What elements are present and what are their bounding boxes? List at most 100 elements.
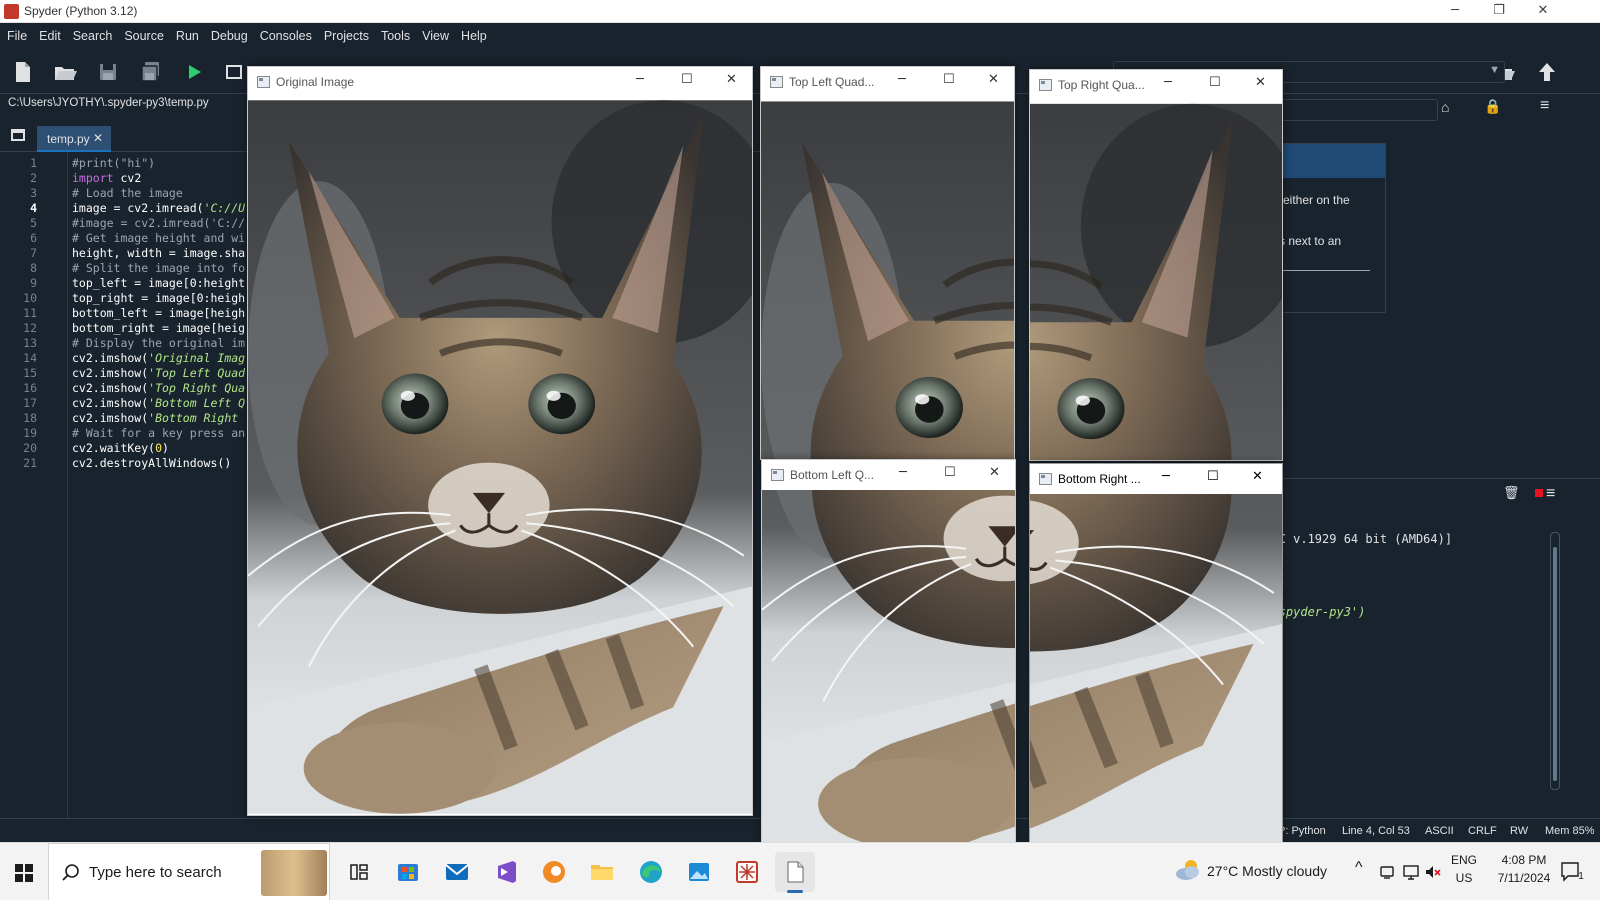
code-line[interactable]: # Display the original im	[72, 336, 245, 351]
new-file-icon[interactable]	[8, 58, 36, 86]
help-object-combo[interactable]	[1258, 99, 1438, 121]
console-scroll-thumb[interactable]	[1553, 547, 1557, 781]
minimize-button[interactable]: ─	[899, 465, 907, 480]
microsoft-store-icon[interactable]	[388, 852, 428, 892]
code-line[interactable]: # Wait for a key press an	[72, 426, 245, 441]
code-line[interactable]: cv2.destroyAllWindows()	[72, 456, 231, 471]
menu-help[interactable]: Help	[455, 23, 493, 50]
code-line[interactable]: #print("hi")	[72, 156, 155, 171]
top-right-titlebar[interactable]: Top Right Qua... ─ ☐ ✕	[1030, 70, 1282, 100]
top-left-quadrant-window[interactable]: Top Left Quad... ─ ☐ ✕	[760, 66, 1015, 460]
close-button[interactable]: ✕	[1520, 0, 1566, 23]
lock-icon[interactable]: 🔒	[1484, 98, 1501, 115]
weather-text[interactable]: 27°C Mostly cloudy	[1207, 863, 1327, 879]
taskbar-search-box[interactable]: Type here to search	[48, 843, 330, 900]
code-line[interactable]: height, width = image.sha	[72, 246, 245, 261]
minimize-button[interactable]: ─	[1432, 0, 1478, 23]
code-line[interactable]: top_right = image[0:heigh	[72, 291, 245, 306]
maximize-button[interactable]: ☐	[681, 72, 693, 87]
network-icon[interactable]	[1402, 863, 1420, 881]
code-line[interactable]: # Get image height and wi	[72, 231, 245, 246]
clock-date[interactable]: 7/11/2024	[1484, 871, 1564, 885]
code-line[interactable]: cv2.imshow('Original Imag	[72, 351, 245, 366]
code-line[interactable]: top_left = image[0:height	[72, 276, 245, 291]
menu-run[interactable]: Run	[170, 23, 205, 50]
original-image-titlebar[interactable]: Original Image ─ ☐ ✕	[248, 67, 752, 97]
tab-temp-py[interactable]: temp.py ✕	[37, 126, 111, 152]
run-icon[interactable]	[180, 58, 208, 86]
code-line[interactable]: bottom_right = image[heig	[72, 321, 245, 336]
maximize-button[interactable]: ☐	[1207, 469, 1219, 484]
file-explorer-icon[interactable]	[582, 852, 622, 892]
menu-view[interactable]: View	[416, 23, 455, 50]
console-menu-icon[interactable]: ≡	[1546, 485, 1555, 503]
notepad-taskbar-icon[interactable]	[775, 852, 815, 893]
pane-menu-icon[interactable]: ≡	[1540, 97, 1549, 115]
code-line[interactable]: cv2.imshow('Bottom Left Q	[72, 396, 245, 411]
bottom-left-quadrant-window[interactable]: Bottom Left Q... ─ ☐ ✕	[761, 459, 1016, 852]
minimize-button[interactable]: ─	[1162, 469, 1170, 484]
meet-now-icon[interactable]	[1378, 863, 1396, 881]
menu-source[interactable]: Source	[118, 23, 170, 50]
close-button[interactable]: ✕	[989, 465, 1000, 480]
menu-edit[interactable]: Edit	[33, 23, 67, 50]
menu-file[interactable]: File	[0, 23, 33, 50]
close-button[interactable]: ✕	[1255, 75, 1266, 90]
clock-time[interactable]: 4:08 PM	[1484, 853, 1564, 867]
maximize-button[interactable]: ☐	[1209, 75, 1221, 90]
bottom-right-quadrant-window[interactable]: Bottom Right ... ─ ☐ ✕	[1029, 463, 1283, 856]
volume-muted-icon[interactable]	[1424, 863, 1442, 881]
visual-studio-icon[interactable]	[486, 852, 526, 892]
delete-icon[interactable]: 🗑	[1503, 485, 1520, 501]
code-line[interactable]: cv2.imshow('Bottom Right	[72, 411, 245, 426]
close-tab-icon[interactable]: ✕	[93, 131, 103, 145]
edge-browser-icon[interactable]	[631, 852, 671, 892]
maximize-button[interactable]: ☐	[943, 72, 955, 87]
save-all-icon[interactable]	[137, 58, 165, 86]
bottom-right-titlebar[interactable]: Bottom Right ... ─ ☐ ✕	[1030, 464, 1282, 494]
menu-search[interactable]: Search	[67, 23, 119, 50]
task-view-icon[interactable]	[339, 852, 379, 892]
input-region[interactable]: US	[1449, 871, 1479, 885]
minimize-button[interactable]: ─	[1164, 75, 1172, 90]
console-scrollbar[interactable]	[1550, 532, 1560, 790]
code-line[interactable]: #image = cv2.imread('C://	[72, 216, 245, 231]
menu-projects[interactable]: Projects	[318, 23, 375, 50]
code-line[interactable]: image = cv2.imread('C://U	[72, 201, 245, 216]
top-left-titlebar[interactable]: Top Left Quad... ─ ☐ ✕	[761, 67, 1014, 97]
code-line[interactable]: bottom_left = image[heigh	[72, 306, 245, 321]
photos-app-icon[interactable]	[679, 852, 719, 892]
menu-tools[interactable]: Tools	[375, 23, 416, 50]
code-line[interactable]: cv2.imshow('Top Left Quad	[72, 366, 245, 381]
show-hidden-icons-chevron-icon[interactable]: ^	[1355, 859, 1363, 877]
original-image-window[interactable]: Original Image ─ ☐ ✕	[247, 66, 753, 816]
restore-button[interactable]: ❐	[1476, 0, 1522, 23]
menu-consoles[interactable]: Consoles	[254, 23, 318, 50]
bottom-left-titlebar[interactable]: Bottom Left Q... ─ ☐ ✕	[762, 460, 1015, 490]
close-button[interactable]: ✕	[1252, 469, 1263, 484]
open-file-icon[interactable]	[51, 58, 79, 86]
mail-icon[interactable]	[437, 852, 477, 892]
stop-icon[interactable]	[1535, 489, 1543, 497]
code-line[interactable]: import cv2	[72, 171, 141, 186]
spyder-taskbar-icon[interactable]	[727, 852, 767, 892]
minimize-button[interactable]: ─	[898, 72, 906, 87]
menu-debug[interactable]: Debug	[205, 23, 254, 50]
start-button[interactable]	[0, 843, 48, 900]
weather-cloudy-icon[interactable]	[1173, 857, 1203, 883]
close-button[interactable]: ✕	[988, 72, 999, 87]
run-cell-icon[interactable]	[222, 58, 250, 86]
blender-style-app-icon[interactable]	[534, 852, 574, 892]
code-line[interactable]: cv2.waitKey(0)	[72, 441, 169, 456]
home-icon[interactable]: ⌂	[1441, 99, 1449, 115]
maximize-button[interactable]: ☐	[944, 465, 956, 480]
code-line[interactable]: cv2.imshow('Top Right Qua	[72, 381, 245, 396]
input-language[interactable]: ENG	[1449, 853, 1479, 867]
ipython-console[interactable]: 🗑 ≡	[1256, 478, 1600, 818]
close-button[interactable]: ✕	[726, 72, 737, 87]
code-line[interactable]: # Load the image	[72, 186, 183, 201]
minimize-button[interactable]: ─	[636, 72, 644, 87]
browse-tabs-icon[interactable]	[11, 129, 25, 141]
code-line[interactable]: # Split the image into fo	[72, 261, 245, 276]
parent-directory-icon[interactable]	[1533, 58, 1561, 86]
